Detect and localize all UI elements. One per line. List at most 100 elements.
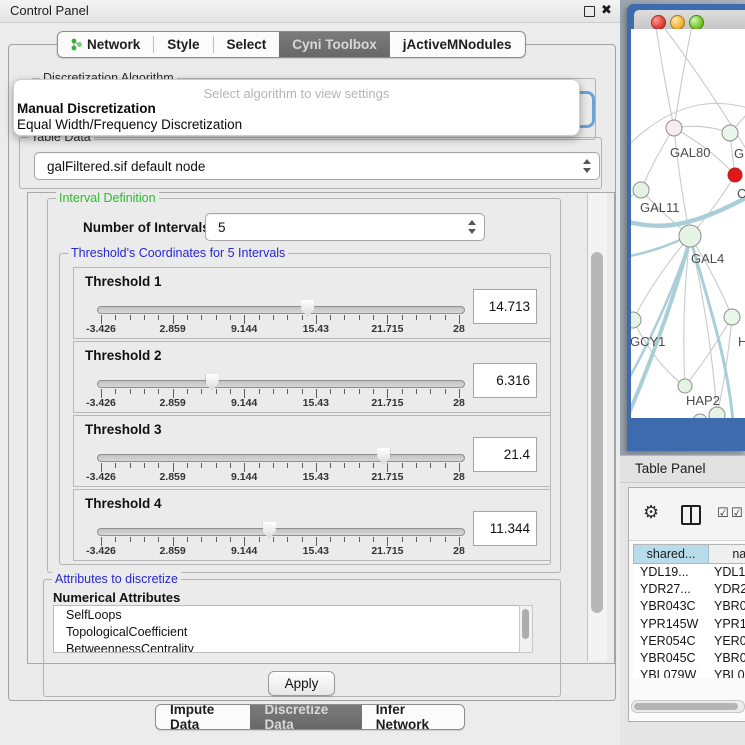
bottom-tab-impute-data[interactable]: Impute Data [156,705,250,729]
slider-tick-labels: -3.4262.8599.14415.4321.71528 [101,397,459,409]
table-cell: YBR045C [707,650,745,667]
checkbox-icon[interactable]: ☑ [731,505,743,521]
table-cell: YBR043C [707,598,745,615]
table-header-row: shared...name [633,544,745,564]
slider-tick-labels: -3.4262.8599.14415.4321.71528 [101,545,459,557]
float-window-icon[interactable] [583,4,596,17]
tab-label: Network [87,37,140,52]
apply-button[interactable]: Apply [268,671,335,696]
table-toolbar: ⚙ ☑ ☑ [629,488,745,541]
table-cell: YBR045C [633,650,707,667]
slider-tick-labels: -3.4262.8599.14415.4321.71528 [101,471,459,483]
algorithm-option[interactable]: Equal Width/Frequency Discretization [17,117,242,132]
algorithm-option[interactable]: Manual Discretization [17,101,156,116]
table-data-combobox[interactable]: galFiltered.sif default node [34,152,600,180]
gear-icon[interactable]: ⚙ [643,502,659,523]
network-node[interactable] [693,414,707,418]
mac-close-button[interactable] [651,15,666,30]
attribute-item[interactable]: BetweennessCentrality [54,640,532,653]
threshold-label: Threshold 4 [85,496,162,511]
table-row[interactable]: YDL19...YDL19... [633,564,745,581]
network-node[interactable] [679,225,701,247]
node-label: GAL4 [691,251,724,266]
table-cell: YER054C [707,633,745,650]
threshold-value-field[interactable]: 11.344 [473,511,537,546]
network-node[interactable] [633,182,649,198]
network-node[interactable] [709,407,725,418]
vertical-scrollbar-thumb[interactable] [591,252,603,613]
numerical-attributes-list[interactable]: SelfLoopsTopologicalCoefficientBetweenne… [53,605,533,653]
horizontal-scrollbar[interactable] [631,700,745,713]
algorithm-dropdown-popup: Select algorithm to view settings Manual… [13,79,580,136]
interval-definition-group-title: Interval Definition [56,191,159,205]
cyni-toolbox-content: Discretization Algorithm Select algorith… [8,44,616,701]
tab-cyni-toolbox[interactable]: Cyni Toolbox [279,32,390,57]
number-of-intervals-combobox[interactable]: 5 [205,213,485,241]
network-edge-highlighted[interactable] [631,237,687,257]
threshold-value-field[interactable]: 14.713 [473,289,537,324]
network-node[interactable] [666,120,682,136]
slider-track[interactable] [97,380,465,388]
bottom-tab-infer-network[interactable]: Infer Network [362,705,464,729]
node-table: shared...name YDL19...YDL19...YDR27...YD… [633,544,745,678]
table-panel-title: Table Panel [635,461,706,476]
control-panel-title: Control Panel [10,3,89,18]
network-edge[interactable] [655,29,674,128]
column-header[interactable]: shared... [634,545,709,563]
tab-jactivemnodules[interactable]: jActiveMNodules [390,32,525,57]
control-panel-titlebar: Control Panel ✖ [0,0,620,23]
table-row[interactable]: YDR27...YDR27... [633,581,745,598]
network-edge-highlighted[interactable] [691,241,733,418]
network-node[interactable] [678,379,692,393]
attributes-scrollbar-thumb[interactable] [522,609,529,639]
slider-tick-labels: -3.4262.8599.14415.4321.71528 [101,323,459,335]
attribute-item[interactable]: SelfLoops [54,606,532,623]
table-row[interactable]: YPR145WYPR145W [633,616,745,633]
table-cell: YBR043C [633,598,707,615]
network-node[interactable] [724,309,740,325]
network-edge[interactable] [690,236,732,317]
slider-track[interactable] [97,528,465,536]
threshold-value-field[interactable]: 6.316 [473,363,537,398]
table-cell: YDL19... [707,564,745,581]
bottom-tab-discretize-data[interactable]: Discretize Data [250,705,361,729]
vertical-scrollbar[interactable] [587,193,607,661]
network-node[interactable] [722,125,738,141]
checkbox-icon[interactable]: ☑ [717,505,729,521]
attribute-item[interactable]: TopologicalCoefficient [54,623,532,640]
network-node[interactable] [728,168,742,182]
screen: GAL80GGAL11CGAL4GCY1HHAP2 Table Panel ⚙ … [0,0,745,745]
slider-track[interactable] [97,306,465,314]
node-label: H [738,334,745,349]
table-cell: YER054C [633,633,707,650]
node-label: GAL11 [640,200,680,215]
control-panel-tabbar: Network StyleSelectCyni ToolboxjActiveMNo… [57,31,526,58]
mac-zoom-button[interactable] [689,15,704,30]
horizontal-scrollbar-thumb[interactable] [634,703,738,710]
tab-style[interactable]: Style [154,32,212,57]
columns-icon[interactable] [681,505,701,525]
attributes-list-scrollbar[interactable] [519,605,533,653]
network-icon [71,38,82,51]
tab-network[interactable]: Network [58,32,153,57]
mac-minimize-button[interactable] [670,15,685,30]
node-label: G [734,146,744,161]
table-row[interactable]: YBR043CYBR043C [633,598,745,615]
number-of-intervals-label: Number of Intervals [83,220,210,235]
network-edge[interactable] [633,320,685,386]
table-cell: YPR145W [707,616,745,633]
table-row[interactable]: YBR045CYBR045C [633,650,745,667]
table-cell: YDL19... [633,564,707,581]
network-node[interactable] [631,312,641,328]
network-edge[interactable] [674,29,693,128]
network-canvas[interactable]: GAL80GGAL11CGAL4GCY1HHAP2 [631,29,745,418]
table-row[interactable]: YBL079WYBL079W [633,667,745,678]
close-icon[interactable]: ✖ [601,2,612,18]
node-label: GCY1 [631,334,665,349]
table-cell: YPR145W [633,616,707,633]
threshold-value-field[interactable]: 21.4 [473,437,537,472]
tab-select[interactable]: Select [213,32,279,57]
table-row[interactable]: YER054CYER054C [633,633,745,650]
column-header[interactable]: name [709,545,745,563]
slider-track[interactable] [97,454,465,462]
